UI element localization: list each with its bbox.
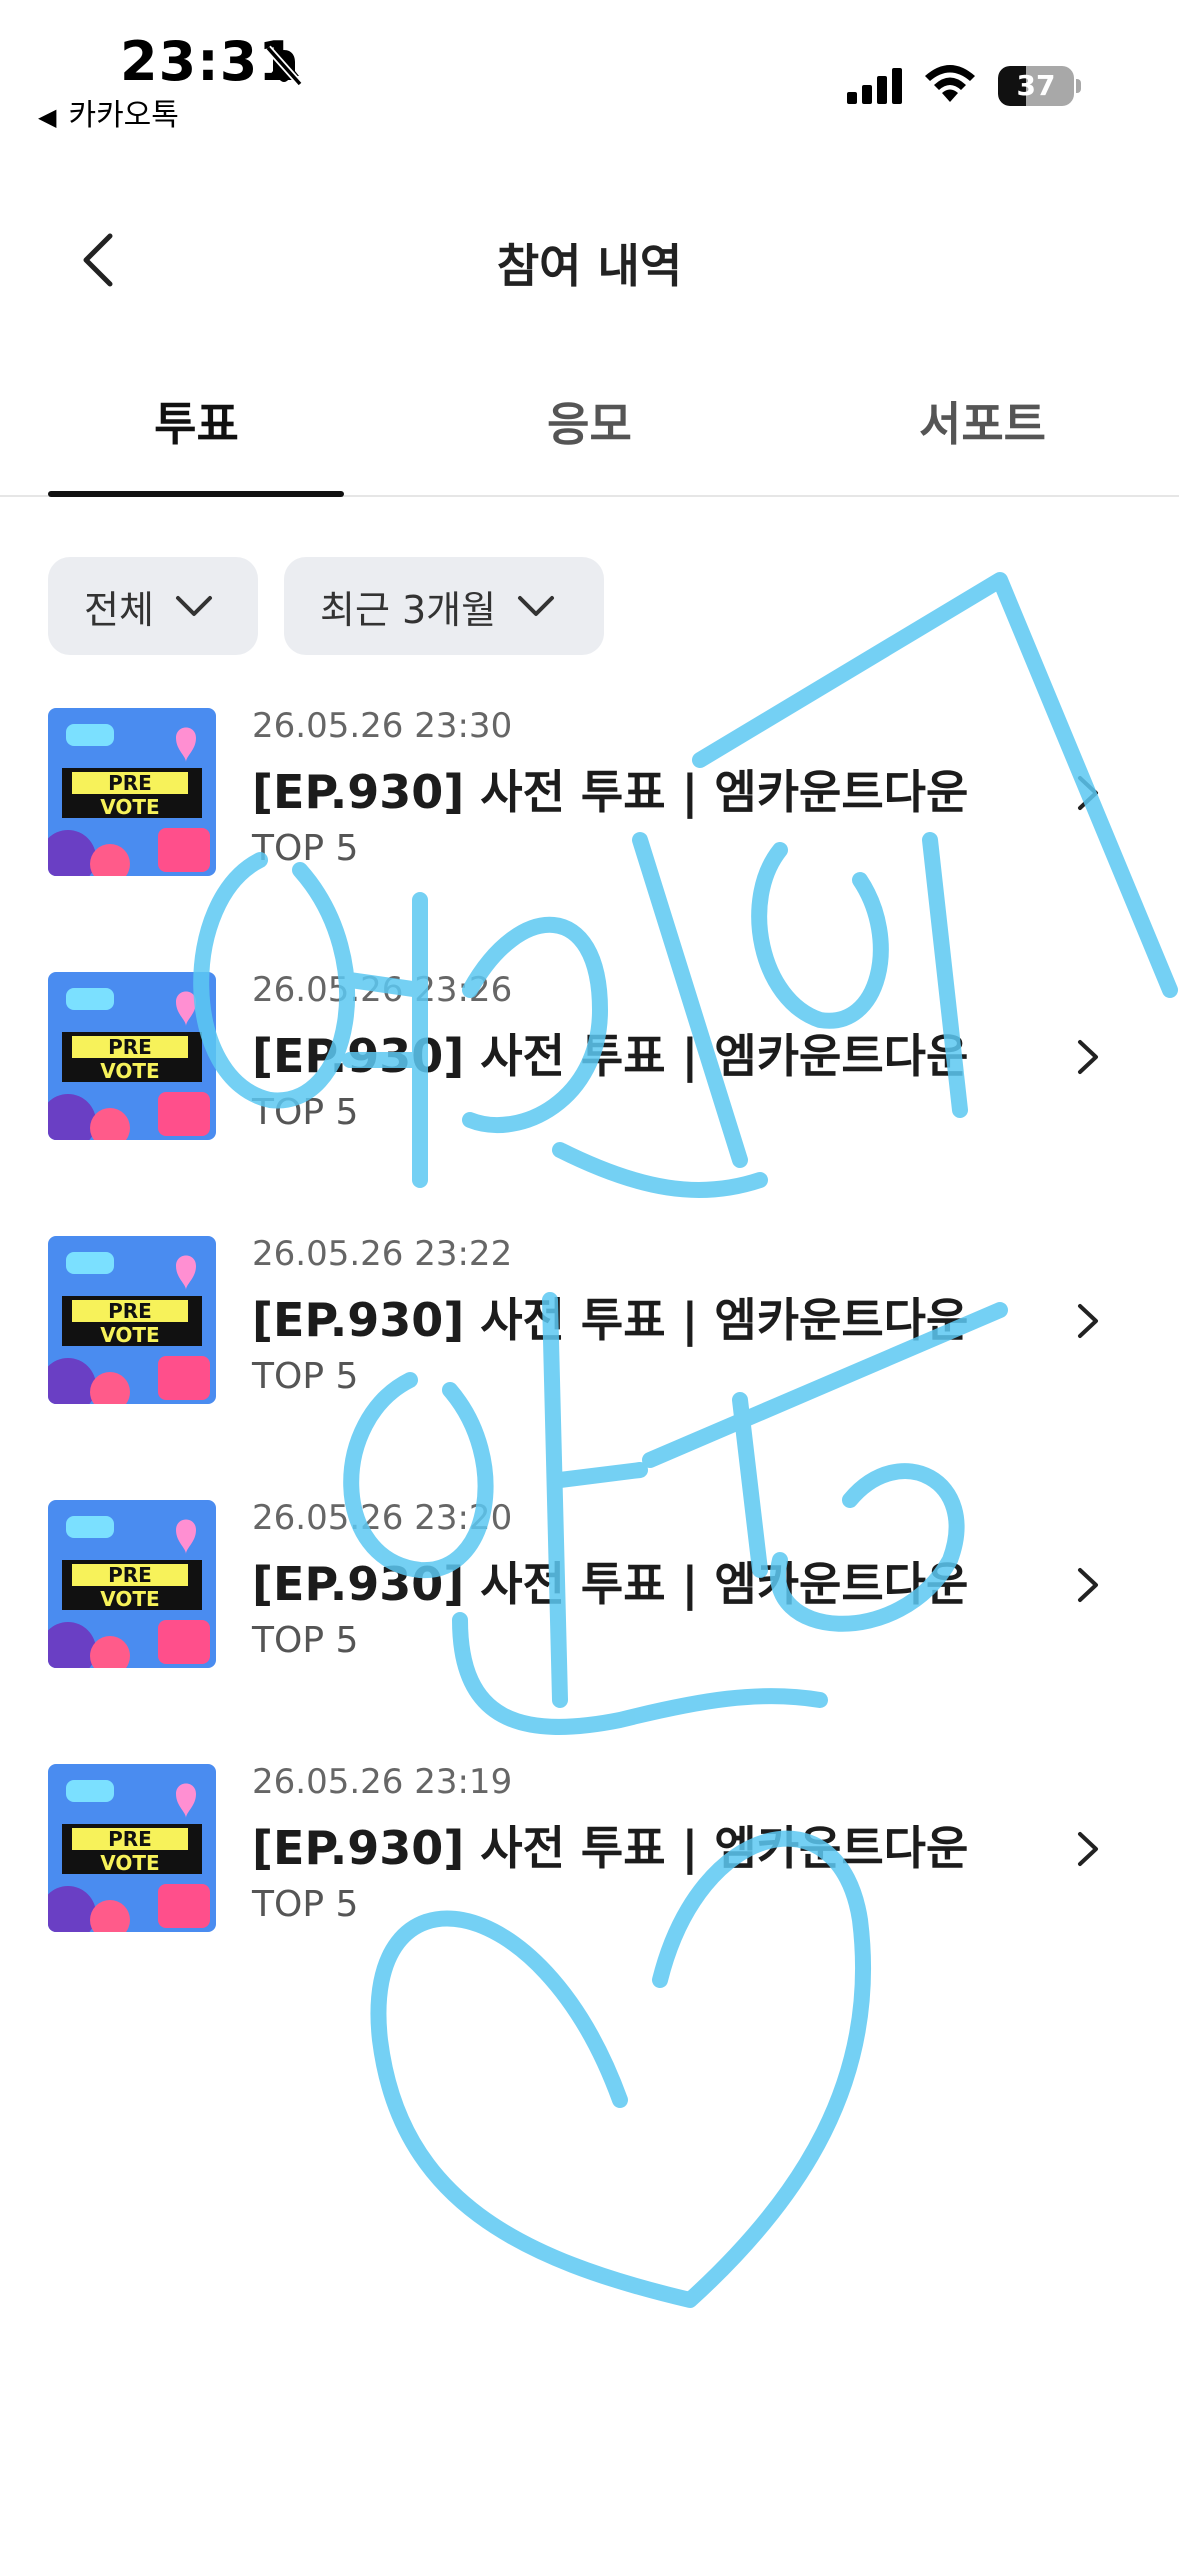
prevote-thumbnail: PRE VOTE: [48, 972, 216, 1140]
thumb-line2: VOTE: [100, 1851, 159, 1875]
status-bar: 23:31 ◀ 카카오톡 37: [0, 0, 1179, 140]
item-title: [EP.930] 사전 투표 | 엠카운트다운: [252, 1293, 969, 1347]
page-title: 참여 내역: [496, 239, 683, 293]
back-app-label: 카카오톡: [68, 98, 179, 133]
item-title: [EP.930] 사전 투표 | 엠카운트다운: [252, 1029, 969, 1083]
wifi-icon: [925, 65, 975, 102]
list-item[interactable]: PRE VOTE 26.05.26 23:20 [EP.930] 사전 투표 |…: [0, 1492, 1179, 1682]
thumb-line2: VOTE: [100, 795, 159, 819]
item-subtitle: TOP 5: [252, 828, 359, 869]
thumb-line1: PRE: [108, 771, 152, 795]
list-item[interactable]: PRE VOTE 26.05.26 23:22 [EP.930] 사전 투표 |…: [0, 1228, 1179, 1418]
list-item[interactable]: PRE VOTE 26.05.26 23:19 [EP.930] 사전 투표 |…: [0, 1756, 1179, 1946]
thumb-line2: VOTE: [100, 1323, 159, 1347]
tab-support[interactable]: 서포트: [786, 388, 1179, 454]
item-title: [EP.930] 사전 투표 | 엠카운트다운: [252, 1557, 969, 1611]
active-tab-indicator: [48, 491, 344, 497]
item-subtitle: TOP 5: [252, 1620, 359, 1661]
chevron-right-icon: [1078, 776, 1098, 810]
back-to-app-link[interactable]: ◀ 카카오톡: [38, 90, 179, 134]
item-subtitle: TOP 5: [252, 1092, 359, 1133]
battery-percent: 37: [1016, 69, 1056, 102]
back-triangle-icon: ◀: [38, 103, 57, 131]
bell-slash-icon: [265, 45, 303, 87]
chevron-down-icon: [175, 596, 212, 616]
prevote-thumbnail: PRE VOTE: [48, 1764, 216, 1932]
chevron-down-icon: [518, 596, 555, 616]
thumb-line2: VOTE: [100, 1587, 159, 1611]
item-subtitle: TOP 5: [252, 1356, 359, 1397]
thumb-line1: PRE: [108, 1563, 152, 1587]
filter-period-dropdown[interactable]: 최근 3개월: [284, 557, 604, 655]
item-title: [EP.930] 사전 투표 | 엠카운트다운: [252, 1821, 969, 1875]
battery-icon: 37: [998, 66, 1081, 106]
item-date: 26.05.26 23:30: [252, 706, 513, 746]
item-subtitle: TOP 5: [252, 1884, 359, 1925]
header: 참여 내역: [0, 200, 1179, 320]
chevron-right-icon: [1078, 1568, 1098, 1602]
filter-type-label: 전체: [84, 587, 154, 632]
thumb-line1: PRE: [108, 1035, 152, 1059]
item-date: 26.05.26 23:26: [252, 970, 513, 1010]
cellular-signal-icon: [847, 68, 902, 104]
chevron-right-icon: [1078, 1040, 1098, 1074]
filter-type-dropdown[interactable]: 전체: [48, 557, 258, 655]
tab-entry[interactable]: 응모: [393, 388, 786, 454]
thumb-line2: VOTE: [100, 1059, 159, 1083]
prevote-thumbnail: PRE VOTE: [48, 1500, 216, 1668]
list-item[interactable]: PRE VOTE 26.05.26 23:26 [EP.930] 사전 투표 |…: [0, 964, 1179, 1154]
item-date: 26.05.26 23:19: [252, 1762, 513, 1802]
thumb-line1: PRE: [108, 1827, 152, 1851]
prevote-thumbnail: PRE VOTE: [48, 708, 216, 876]
item-title: [EP.930] 사전 투표 | 엠카운트다운: [252, 765, 969, 819]
chevron-right-icon: [1078, 1832, 1098, 1866]
item-date: 26.05.26 23:20: [252, 1498, 513, 1538]
tab-bar: 투표 응모 서포트: [0, 360, 1179, 497]
thumb-line1: PRE: [108, 1299, 152, 1323]
chevron-right-icon: [1078, 1304, 1098, 1338]
list-item[interactable]: PRE VOTE 26.05.26 23:30 [EP.930] 사전 투표 |…: [0, 700, 1179, 890]
tab-vote[interactable]: 투표: [0, 388, 393, 454]
filter-period-label: 최근 3개월: [320, 587, 497, 632]
prevote-thumbnail: PRE VOTE: [48, 1236, 216, 1404]
item-date: 26.05.26 23:22: [252, 1234, 513, 1274]
